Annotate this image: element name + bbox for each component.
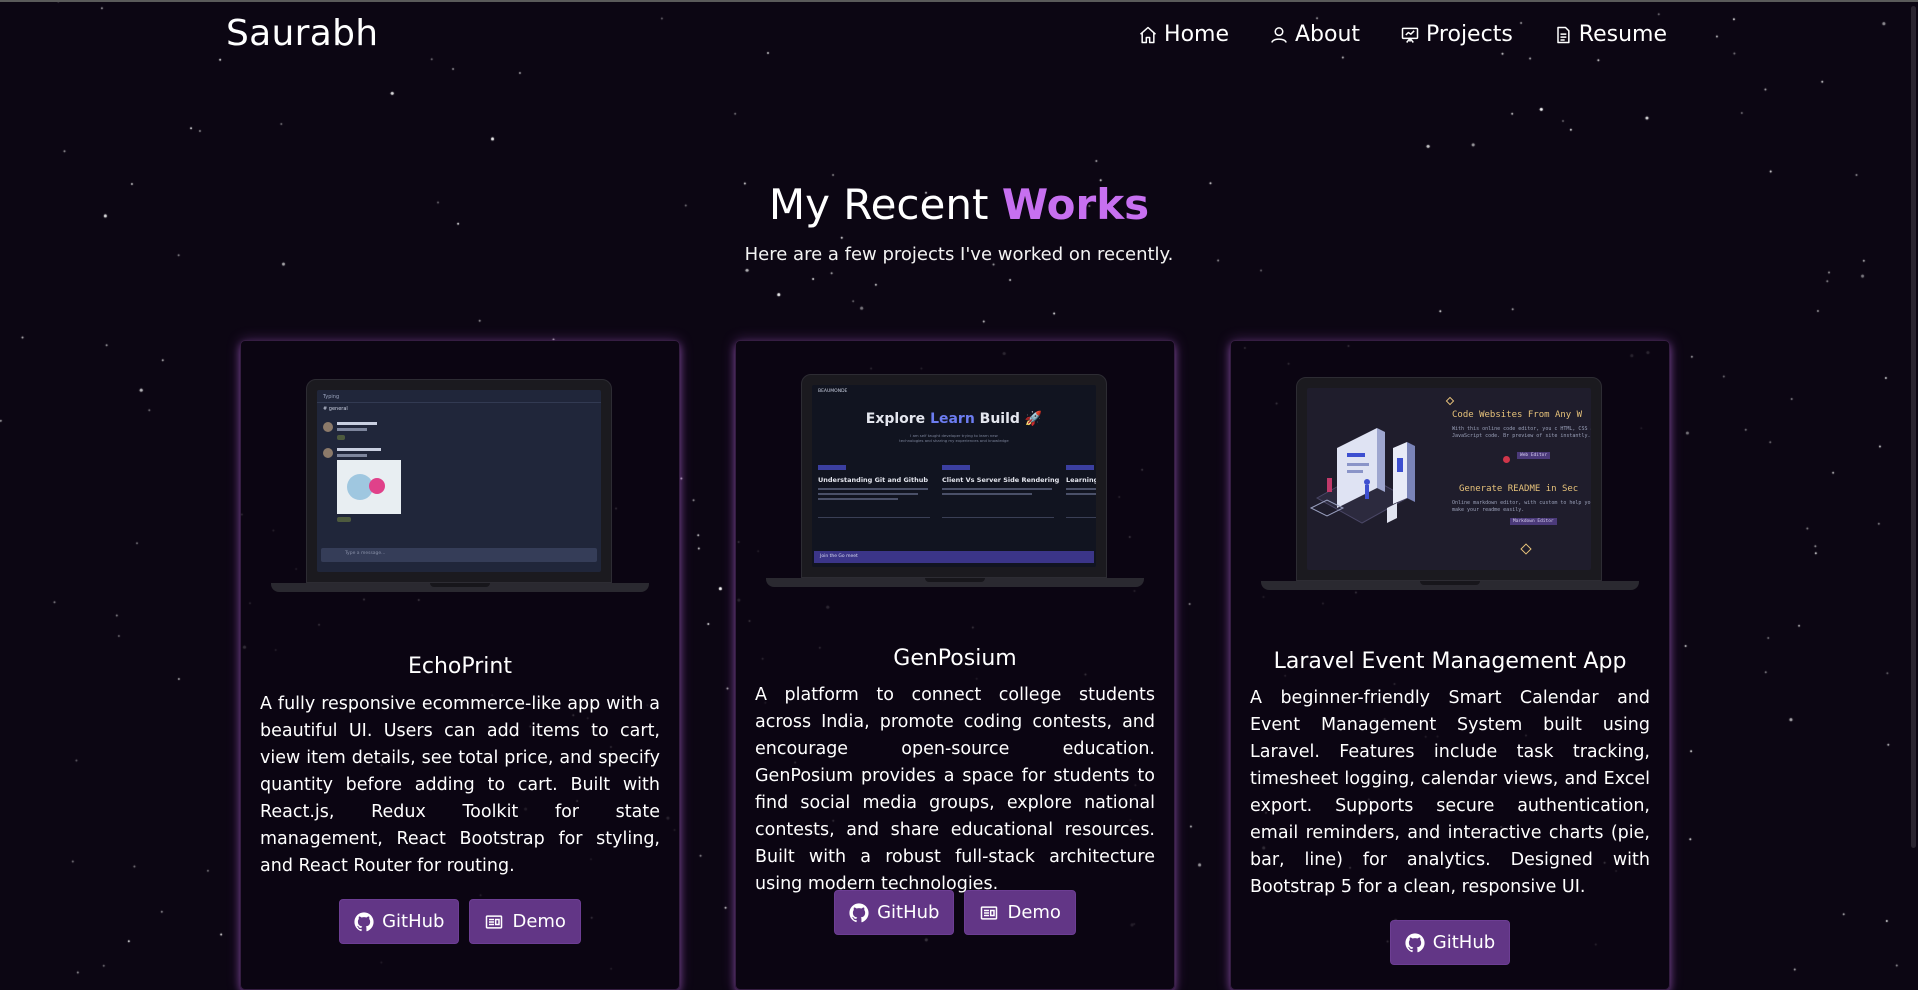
demo-icon bbox=[486, 914, 503, 929]
nav-about-label: About bbox=[1295, 22, 1361, 47]
nav-about[interactable]: About bbox=[1269, 22, 1360, 47]
nav-resume[interactable]: Resume bbox=[1553, 22, 1667, 47]
project-buttons: GitHub bbox=[1231, 920, 1669, 965]
project-title: Laravel Event Management App bbox=[1273, 649, 1627, 674]
navbar: Saurabh Home About Projects Resume bbox=[0, 0, 1918, 75]
demo-button-label: Demo bbox=[512, 911, 566, 932]
nav-projects-label: Projects bbox=[1426, 22, 1513, 47]
nav-resume-label: Resume bbox=[1578, 22, 1667, 47]
github-button-label: GitHub bbox=[382, 911, 445, 932]
page-subtitle: Here are a few projects I've worked on r… bbox=[744, 244, 1174, 265]
project-description: A fully responsive ecommerce-like app wi… bbox=[260, 694, 660, 876]
project-image: BEAUMONDE Explore Learn Build 🚀 I am sel… bbox=[766, 374, 1144, 594]
project-card-echoprint: Typing # general Type a message... EchoP… bbox=[240, 340, 680, 990]
github-button[interactable]: GitHub bbox=[834, 890, 955, 935]
chat-app-preview: Typing # general Type a message... bbox=[317, 390, 601, 572]
scrollbar-thumb[interactable] bbox=[1911, 6, 1916, 848]
github-button[interactable]: GitHub bbox=[1389, 920, 1511, 965]
project-card-laravel: Code Websites From Any W With this onlin… bbox=[1230, 340, 1670, 990]
projects-icon bbox=[1401, 27, 1419, 43]
isometric-illustration bbox=[1309, 428, 1415, 524]
laptop-mockup: BEAUMONDE Explore Learn Build 🚀 I am sel… bbox=[766, 374, 1144, 594]
project-image: Typing # general Type a message... bbox=[271, 379, 649, 599]
demo-icon bbox=[981, 905, 998, 920]
laptop-mockup: Code Websites From Any W With this onlin… bbox=[1261, 377, 1639, 597]
laptop-mockup: Typing # general Type a message... bbox=[271, 379, 649, 599]
nav-home-label: Home bbox=[1164, 22, 1229, 47]
github-button-label: GitHub bbox=[877, 902, 940, 923]
project-buttons: GitHub Demo bbox=[241, 899, 679, 944]
demo-button[interactable]: Demo bbox=[469, 899, 581, 944]
project-description: A beginner-friendly Smart Calendar and E… bbox=[1250, 688, 1650, 897]
demo-button-label: Demo bbox=[1007, 902, 1061, 923]
user-icon bbox=[1271, 26, 1287, 43]
project-title: EchoPrint bbox=[407, 654, 512, 679]
nav-links: Home About Projects Resume bbox=[1138, 22, 1667, 47]
page-title-prefix: My Recent bbox=[768, 180, 989, 229]
home-icon bbox=[1140, 26, 1157, 43]
project-image: Code Websites From Any W With this onlin… bbox=[1261, 377, 1639, 597]
page-title-accent: Works bbox=[1001, 180, 1150, 229]
nav-home[interactable]: Home bbox=[1138, 22, 1229, 47]
editor-preview: Code Websites From Any W With this onlin… bbox=[1307, 388, 1591, 570]
project-title: GenPosium bbox=[893, 646, 1017, 671]
page-title: My Recent Works bbox=[0, 180, 1918, 229]
project-description: A platform to connect college students a… bbox=[755, 685, 1155, 894]
brand-logo[interactable]: Saurabh bbox=[226, 13, 378, 54]
github-icon bbox=[1405, 932, 1425, 952]
github-icon bbox=[354, 911, 374, 931]
project-card-genposium: BEAUMONDE Explore Learn Build 🚀 I am sel… bbox=[735, 340, 1175, 990]
github-button-label: GitHub bbox=[1432, 932, 1496, 953]
github-icon bbox=[849, 902, 869, 922]
demo-button[interactable]: Demo bbox=[964, 890, 1076, 935]
document-icon bbox=[1557, 26, 1570, 43]
project-buttons: GitHub Demo bbox=[736, 890, 1174, 935]
github-button[interactable]: GitHub bbox=[339, 899, 460, 944]
nav-projects[interactable]: Projects bbox=[1400, 22, 1513, 47]
blog-preview: BEAUMONDE Explore Learn Build 🚀 I am sel… bbox=[812, 385, 1096, 567]
